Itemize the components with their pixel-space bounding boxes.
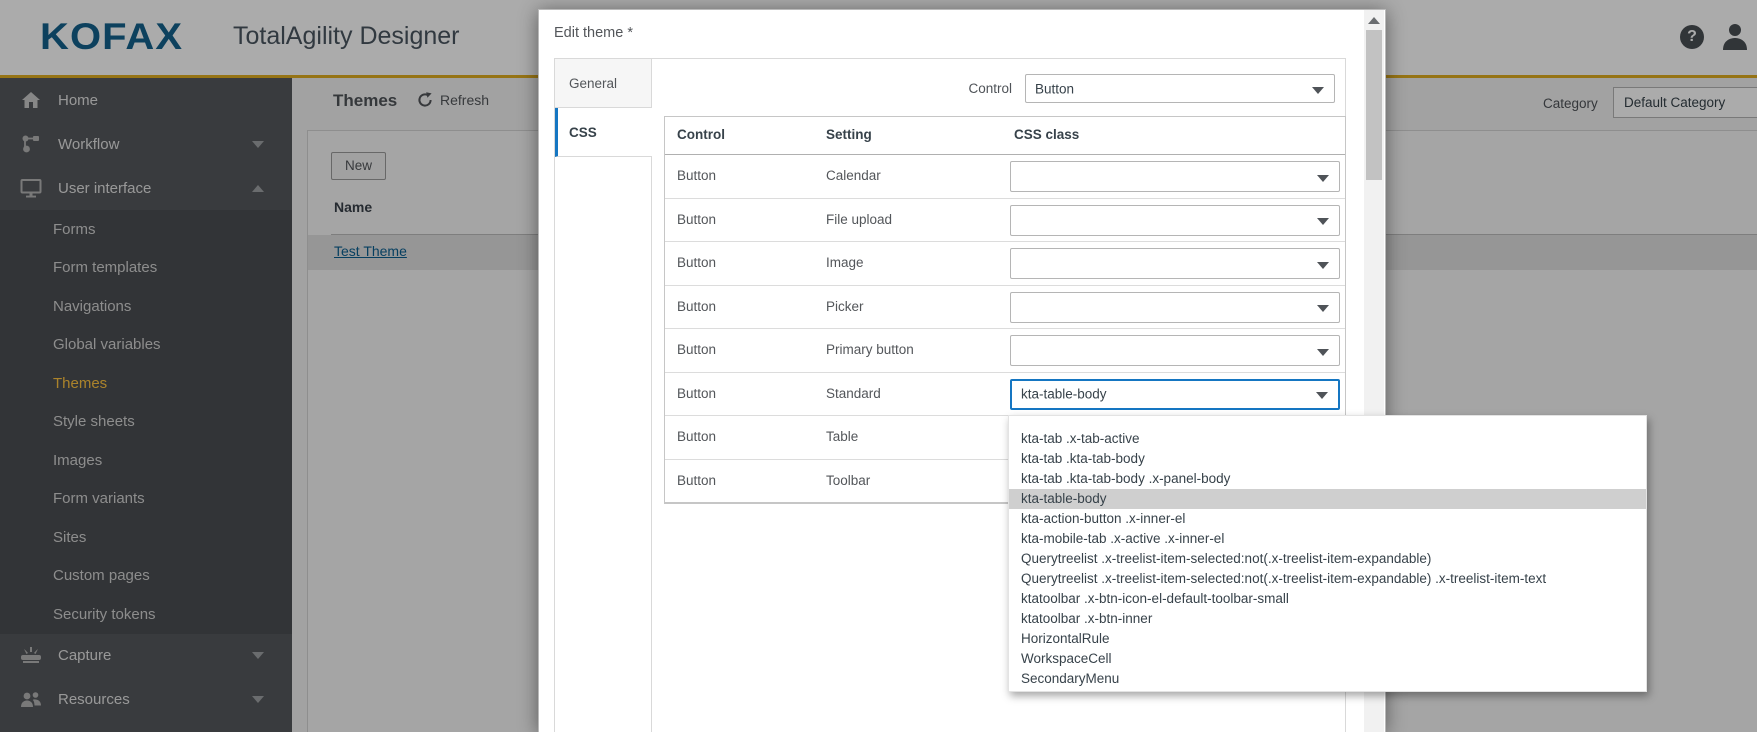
chevron-down-icon [1316, 392, 1328, 399]
css-setting-row-calendar: Button Calendar [665, 155, 1345, 199]
dropdown-option[interactable]: WorkspaceCell [1009, 649, 1646, 669]
cell-setting: Image [826, 255, 864, 270]
column-header-setting: Setting [826, 127, 872, 142]
control-select-value: Button [1035, 81, 1074, 96]
css-setting-row-primary-button: Button Primary button [665, 329, 1345, 373]
dropdown-option[interactable]: HorizontalRule [1009, 629, 1646, 649]
css-setting-row-image: Button Image [665, 242, 1345, 286]
css-setting-row-picker: Button Picker [665, 286, 1345, 330]
cell-setting: Toolbar [826, 473, 870, 488]
css-setting-row-standard: Button Standard kta-table-body [665, 373, 1345, 417]
css-class-select-picker[interactable] [1010, 292, 1340, 323]
css-class-select-image[interactable] [1010, 248, 1340, 279]
table-header-row: Control Setting CSS class [665, 117, 1345, 155]
chevron-down-icon [1317, 218, 1329, 225]
tab-column: General CSS [555, 59, 652, 732]
cell-control: Button [677, 386, 716, 401]
css-class-dropdown-list: kta-tab .x-tab-activekta-tab .kta-tab-bo… [1008, 415, 1647, 692]
dropdown-option[interactable]: Querytreelist .x-treelist-item-selected:… [1009, 549, 1646, 569]
control-select[interactable]: Button [1025, 74, 1335, 103]
dropdown-option[interactable]: kta-tab .kta-tab-body [1009, 449, 1646, 469]
css-class-select-file-upload[interactable] [1010, 205, 1340, 236]
cell-setting: Picker [826, 299, 864, 314]
chevron-down-icon [1317, 349, 1329, 356]
cell-setting: Standard [826, 386, 881, 401]
dropdown-option[interactable]: ktatoolbar .x-btn-icon-el-default-toolba… [1009, 589, 1646, 609]
tab-css[interactable]: CSS [555, 108, 652, 157]
chevron-down-icon [1317, 305, 1329, 312]
cell-control: Button [677, 212, 716, 227]
scrollbar-thumb[interactable] [1366, 30, 1382, 180]
dropdown-option[interactable]: kta-tab .x-tab-active [1009, 429, 1646, 449]
css-class-select-value: kta-table-body [1021, 387, 1107, 402]
cell-control: Button [677, 473, 716, 488]
css-class-select-calendar[interactable] [1010, 161, 1340, 192]
dropdown-option[interactable]: ktatoolbar .x-btn-inner [1009, 609, 1646, 629]
cell-setting: Primary button [826, 342, 914, 357]
dialog-title: Edit theme * [554, 25, 633, 41]
css-setting-row-file-upload: Button File upload [665, 199, 1345, 243]
dropdown-option[interactable]: kta-tab .kta-tab-body .x-panel-body [1009, 469, 1646, 489]
chevron-down-icon [1312, 87, 1324, 94]
cell-control: Button [677, 299, 716, 314]
cell-setting: Table [826, 429, 858, 444]
css-class-select-standard[interactable]: kta-table-body [1010, 379, 1340, 410]
dropdown-option[interactable]: SecondaryMenu [1009, 669, 1646, 689]
column-header-cssclass: CSS class [1014, 127, 1079, 142]
cell-control: Button [677, 168, 716, 183]
chevron-down-icon [1317, 175, 1329, 182]
dropdown-option[interactable]: Querytreelist .x-treelist-item-selected:… [1009, 569, 1646, 589]
cell-setting: File upload [826, 212, 892, 227]
css-class-select-primary-button[interactable] [1010, 335, 1340, 366]
control-label: Control [935, 81, 1012, 96]
cell-control: Button [677, 255, 716, 270]
cell-control: Button [677, 429, 716, 444]
dropdown-option[interactable]: kta-mobile-tab .x-active .x-inner-el [1009, 529, 1646, 549]
dropdown-option[interactable]: kta-table-body [1009, 489, 1646, 509]
column-header-control: Control [677, 127, 725, 142]
kofax-totalagility-designer: KOFAX TotalAgility Designer ? Home Workf… [0, 0, 1757, 732]
cell-control: Button [677, 342, 716, 357]
tab-general[interactable]: General [555, 59, 651, 108]
chevron-down-icon [1317, 262, 1329, 269]
scrollbar-up-arrow-icon[interactable] [1364, 10, 1384, 30]
dropdown-option[interactable]: kta-action-button .x-inner-el [1009, 509, 1646, 529]
cell-setting: Calendar [826, 168, 881, 183]
